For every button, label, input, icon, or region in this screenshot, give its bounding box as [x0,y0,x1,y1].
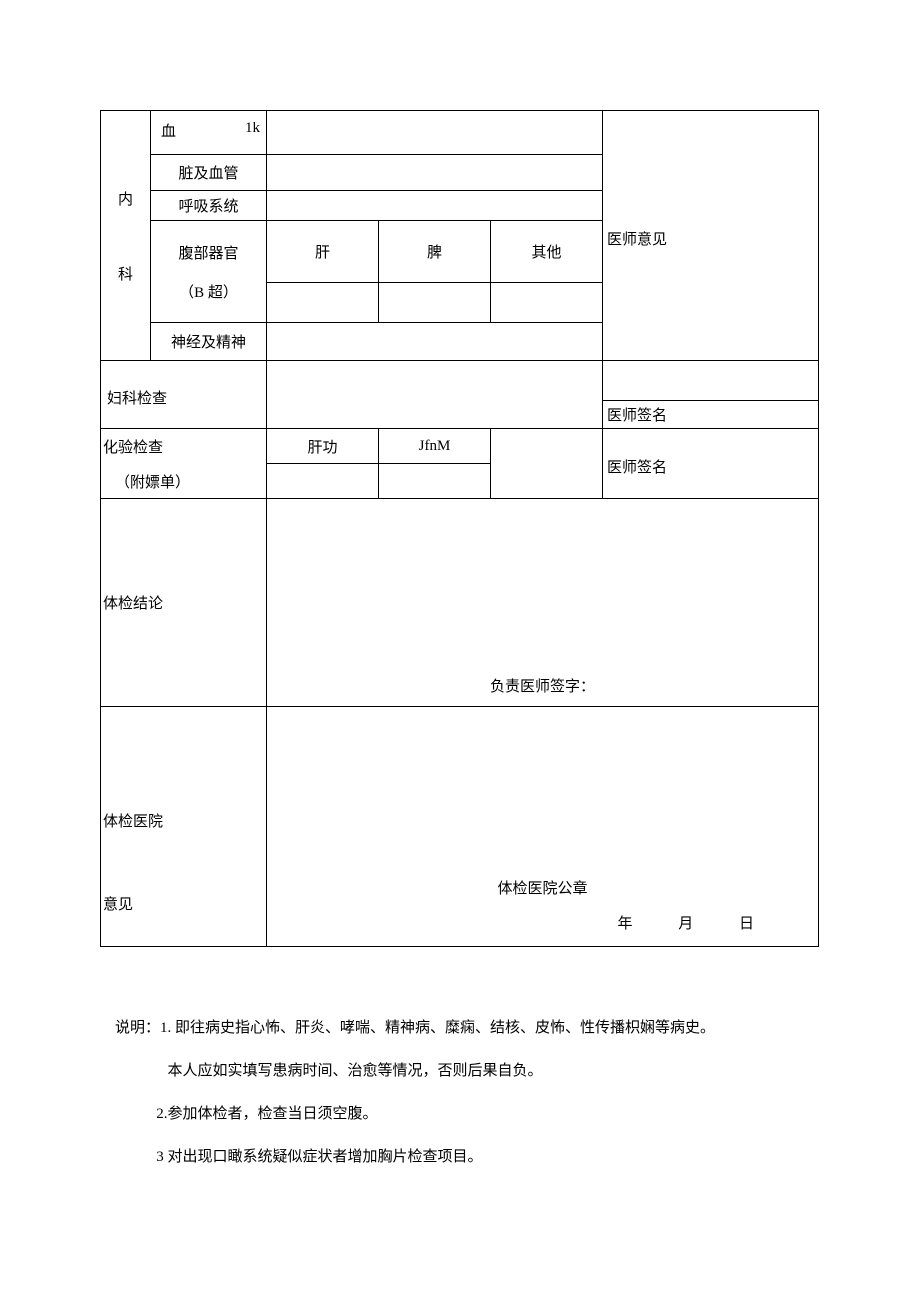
note-2: 本人应如实填写患病时间、治愈等情况，否则后果自负。 [115,1061,815,1082]
lab-label-bottom: （附嫖单） [101,471,262,492]
row-vessel-label: 脏及血管 [151,155,267,191]
lab-liver-value[interactable] [267,464,379,499]
conclusion-value[interactable]: 负责医师签字： [267,499,819,707]
row-abdomen-liver-label: 肝 [267,221,379,283]
row-abdomen-label-top: 腹部器官 [155,242,262,263]
row-vessel-value[interactable] [267,155,603,191]
row-abdomen-spleen-label: 脾 [379,221,491,283]
internal-doctor-opinion[interactable]: 医师意见 [603,111,819,361]
row-abdomen-spleen-value[interactable] [379,283,491,323]
conclusion-footer: 负责医师签字： [271,675,814,696]
internal-section-label: 内 科 [101,111,151,361]
row-respiratory-value[interactable] [267,191,603,221]
lab-doctor-sign[interactable]: 医师签名 [603,429,819,499]
lab-jfnm-label: JfnM [379,429,491,464]
row-blood-label-right: 1k [245,120,262,137]
gyn-doctor-sign[interactable]: 医师签名 [603,401,819,429]
page-root: 内 科 血 1k 医师意见 脏及血管 呼吸系统 腹部器官 （B 超） 肝 脾 其… [0,0,920,1301]
hospital-label-bottom: 意见 [103,893,262,914]
note-3: 2.参加体检者，检查当日须空腹。 [115,1104,815,1125]
row-abdomen-other-label: 其他 [491,221,603,283]
hospital-label-top: 体检医院 [103,810,262,831]
row-abdomen-liver-value[interactable] [267,283,379,323]
hospital-date[interactable]: 年 月 日 [271,912,814,933]
lab-liver-label: 肝功 [267,429,379,464]
row-abdomen-label-bottom: （B 超） [155,281,262,302]
row-blood-label-left: 血 [155,120,176,141]
internal-char-2: 科 [105,263,146,284]
row-abdomen-other-value[interactable] [491,283,603,323]
row-respiratory-label: 呼吸系统 [151,191,267,221]
row-neuro-label: 神经及精神 [151,323,267,361]
note-1: 说明：1. 即往病史指心怖、肝炎、哮喘、精神病、糜痫、结核、皮怖、性传播枳娴等病… [115,1018,815,1039]
hospital-label: 体检医院 意见 [101,707,267,947]
conclusion-label: 体检结论 [101,499,267,707]
internal-char-1: 内 [105,188,146,209]
lab-value-3[interactable] [491,429,603,499]
lab-label: 化验检查 （附嫖单） [101,429,267,499]
gyn-value[interactable] [267,361,603,429]
date-month-label: 月 [678,916,693,932]
hospital-value[interactable]: 体检医院公章 年 月 日 [267,707,819,947]
date-day-label: 日 [739,916,754,932]
row-blood-value[interactable] [267,111,603,155]
row-neuro-value[interactable] [267,323,603,361]
hospital-seal: 体检医院公章 [271,877,814,898]
gyn-upper-right[interactable] [603,361,819,401]
gyn-label: 妇科检查 [101,361,267,429]
medical-form-table: 内 科 血 1k 医师意见 脏及血管 呼吸系统 腹部器官 （B 超） 肝 脾 其… [100,110,819,947]
lab-label-top: 化验检查 [101,436,262,457]
date-year-label: 年 [617,916,632,932]
row-abdomen-label: 腹部器官 （B 超） [151,221,267,323]
notes-block: 说明：1. 即往病史指心怖、肝炎、哮喘、精神病、糜痫、结核、皮怖、性传播枳娴等病… [115,1018,815,1190]
row-blood-label: 血 1k [151,111,267,155]
note-4: 3 对出现口瞰系统疑似症状者增加胸片检查项目。 [115,1147,815,1168]
lab-jfnm-value[interactable] [379,464,491,499]
